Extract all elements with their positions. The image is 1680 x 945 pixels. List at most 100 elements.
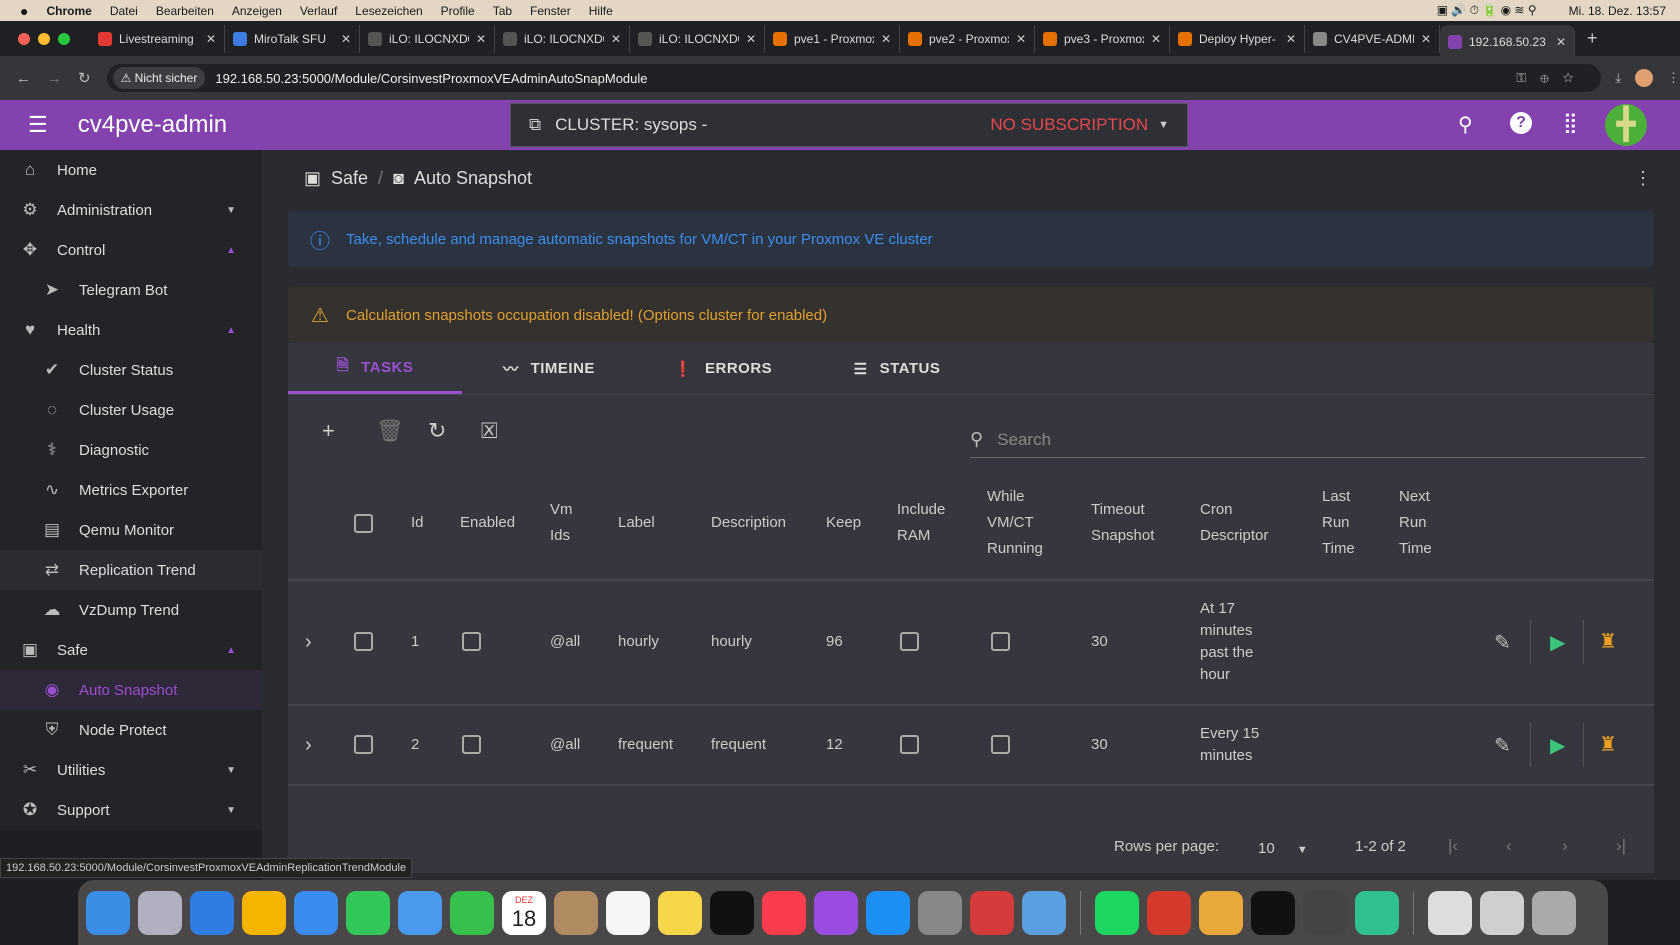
- close-tab-icon[interactable]: ✕: [1286, 32, 1296, 46]
- sidebar-item-telegram-bot[interactable]: ➤ Telegram Bot: [0, 270, 262, 310]
- menu-fenster[interactable]: Fenster: [530, 4, 571, 18]
- include-ram-checkbox[interactable]: [900, 735, 919, 754]
- chevron-up-icon[interactable]: ▲: [226, 325, 236, 336]
- menu-lesezeichen[interactable]: Lesezeichen: [355, 4, 422, 18]
- column-header[interactable]: Last Run Time: [1322, 484, 1355, 562]
- profile-avatar[interactable]: [1635, 69, 1653, 87]
- column-header[interactable]: Timeout Snapshot: [1091, 497, 1154, 549]
- browser-tab[interactable]: MiroTalk SFU ✕: [225, 24, 360, 53]
- page-more-icon[interactable]: ⋮: [1634, 168, 1652, 189]
- open-external-icon[interactable]: ⧉: [529, 115, 541, 135]
- browser-tab[interactable]: pve2 - Proxmox ✕: [900, 24, 1035, 53]
- window-controls[interactable]: [18, 32, 70, 45]
- user-avatar[interactable]: ╋: [1605, 104, 1647, 146]
- menu-verlauf[interactable]: Verlauf: [300, 4, 337, 18]
- dock-app-icon[interactable]: [1022, 890, 1066, 935]
- enabled-checkbox[interactable]: [462, 632, 481, 651]
- browser-tab[interactable]: pve1 - Proxmox ✕: [765, 24, 900, 53]
- while-running-checkbox[interactable]: [991, 735, 1010, 754]
- export-excel-icon[interactable]: 🗵: [481, 418, 498, 444]
- column-header[interactable]: Include RAM: [897, 497, 945, 549]
- dock-app-icon[interactable]: [86, 890, 130, 935]
- dock-app-icon[interactable]: [1147, 890, 1191, 935]
- run-icon[interactable]: ▶: [1550, 733, 1565, 758]
- dock-app-icon[interactable]: [814, 890, 858, 935]
- dock-app-icon[interactable]: [1199, 890, 1243, 935]
- close-tab-icon[interactable]: ✕: [1556, 35, 1566, 49]
- chevron-up-icon[interactable]: ▲: [226, 645, 236, 656]
- dock-app-icon[interactable]: [918, 890, 962, 935]
- edit-icon[interactable]: ✎: [1494, 733, 1511, 758]
- menu-bearbeiten[interactable]: Bearbeiten: [156, 4, 214, 18]
- chevron-down-icon[interactable]: ▼: [226, 805, 236, 816]
- column-header[interactable]: Cron Descriptor: [1200, 497, 1268, 549]
- column-header[interactable]: Label: [618, 510, 655, 536]
- dock-app-icon[interactable]: [190, 890, 234, 935]
- dock-app-icon[interactable]: [450, 890, 494, 935]
- close-tab-icon[interactable]: ✕: [1016, 32, 1026, 46]
- dock-app-icon[interactable]: [346, 890, 390, 935]
- dock-app-icon[interactable]: [866, 890, 910, 935]
- search-input[interactable]: Search: [997, 430, 1051, 450]
- menu-anzeigen[interactable]: Anzeigen: [232, 4, 282, 18]
- dock-app-icon[interactable]: [1532, 890, 1576, 935]
- browser-tab[interactable]: Livestreaming ✕: [90, 24, 225, 53]
- sidebar-item-home[interactable]: ⌂ Home: [0, 150, 262, 190]
- apps-grid-icon[interactable]: ⣿: [1563, 110, 1578, 135]
- close-tab-icon[interactable]: ✕: [476, 32, 486, 46]
- url-input[interactable]: ⚠ Nicht sicher 192.168.50.23:5000/Module…: [106, 64, 1602, 92]
- sidebar-item-vzdump-trend[interactable]: ☁ VzDump Trend: [0, 590, 262, 630]
- sidebar-item-support[interactable]: ✪ Support ▼: [0, 790, 262, 830]
- dock-app-icon[interactable]: [1355, 890, 1399, 935]
- select-all-checkbox[interactable]: [354, 514, 373, 533]
- search-icon[interactable]: ⚲: [1458, 112, 1473, 137]
- column-header[interactable]: Next Run Time: [1399, 484, 1432, 562]
- dock-app-icon[interactable]: [1251, 890, 1295, 935]
- sidebar-item-cluster-status[interactable]: ✔ Cluster Status: [0, 350, 262, 390]
- include-ram-checkbox[interactable]: [900, 632, 919, 651]
- delete-icon[interactable]: 🗑: [376, 418, 404, 444]
- dock-app-icon[interactable]: [242, 890, 286, 935]
- cluster-selector[interactable]: ⧉ CLUSTER: sysops - NO SUBSCRIPTION ▼: [510, 103, 1188, 147]
- tab-tasks[interactable]: 🗎 TASKS: [288, 343, 462, 394]
- dock-app-icon[interactable]: [1303, 890, 1347, 935]
- browser-tab[interactable]: 192.168.50.23 ✕: [1440, 24, 1575, 60]
- last-page-icon[interactable]: ›|: [1616, 836, 1626, 856]
- download-icon[interactable]: ⤓: [1615, 70, 1621, 86]
- chevron-down-icon[interactable]: ▼: [226, 205, 236, 216]
- browser-tab[interactable]: iLO: ILOCNXD0 ✕: [630, 24, 765, 53]
- sidebar-item-control[interactable]: ✥ Control ▲: [0, 230, 262, 270]
- while-running-checkbox[interactable]: [991, 632, 1010, 651]
- reload-icon[interactable]: ↻: [78, 69, 91, 87]
- tab-status[interactable]: ☰ STATUS: [810, 343, 984, 394]
- browser-tab[interactable]: iLO: ILOCNXD0 ✕: [495, 24, 630, 53]
- expand-row-icon[interactable]: ›: [305, 631, 312, 654]
- menu-tab[interactable]: Tab: [493, 4, 512, 18]
- row-select-checkbox[interactable]: [354, 632, 373, 651]
- run-icon[interactable]: ▶: [1550, 630, 1565, 655]
- apple-icon[interactable]: ●: [20, 3, 28, 19]
- url-text[interactable]: 192.168.50.23:5000/Module/CorsinvestProx…: [215, 71, 647, 86]
- browser-tab[interactable]: pve3 - Proxmox ✕: [1035, 24, 1170, 53]
- dock-app-icon[interactable]: [1095, 890, 1139, 935]
- chevron-down-icon[interactable]: ▼: [1158, 119, 1169, 131]
- first-page-icon[interactable]: |‹: [1448, 836, 1458, 856]
- dock-app-icon[interactable]: [554, 890, 598, 935]
- status-icons[interactable]: ▣ 🔊 ⏱ 🔋 ◉ ≋ ⚲: [1437, 3, 1537, 18]
- tab-errors[interactable]: ❗ ERRORS: [636, 343, 810, 394]
- expand-row-icon[interactable]: ›: [305, 734, 312, 757]
- close-tab-icon[interactable]: ✕: [206, 32, 216, 46]
- menu-datei[interactable]: Datei: [110, 4, 138, 18]
- chevron-up-icon[interactable]: ▲: [226, 245, 236, 256]
- sidebar-item-auto-snapshot[interactable]: ◉ Auto Snapshot: [0, 670, 262, 710]
- menu-hilfe[interactable]: Hilfe: [589, 4, 613, 18]
- column-header[interactable]: Enabled: [460, 510, 515, 536]
- dock-app-icon[interactable]: [138, 890, 182, 935]
- refresh-icon[interactable]: ↻: [428, 418, 446, 444]
- sidebar-item-diagnostic[interactable]: ⚕ Diagnostic: [0, 430, 262, 470]
- calendar-app-icon[interactable]: DEZ 18: [502, 890, 546, 935]
- dock-app-icon[interactable]: [970, 890, 1014, 935]
- chevron-down-icon[interactable]: ▼: [226, 765, 236, 776]
- browser-tab[interactable]: iLO: ILOCNXD0 ✕: [360, 24, 495, 53]
- sidebar-item-replication-trend[interactable]: ⇄ Replication Trend: [0, 550, 262, 590]
